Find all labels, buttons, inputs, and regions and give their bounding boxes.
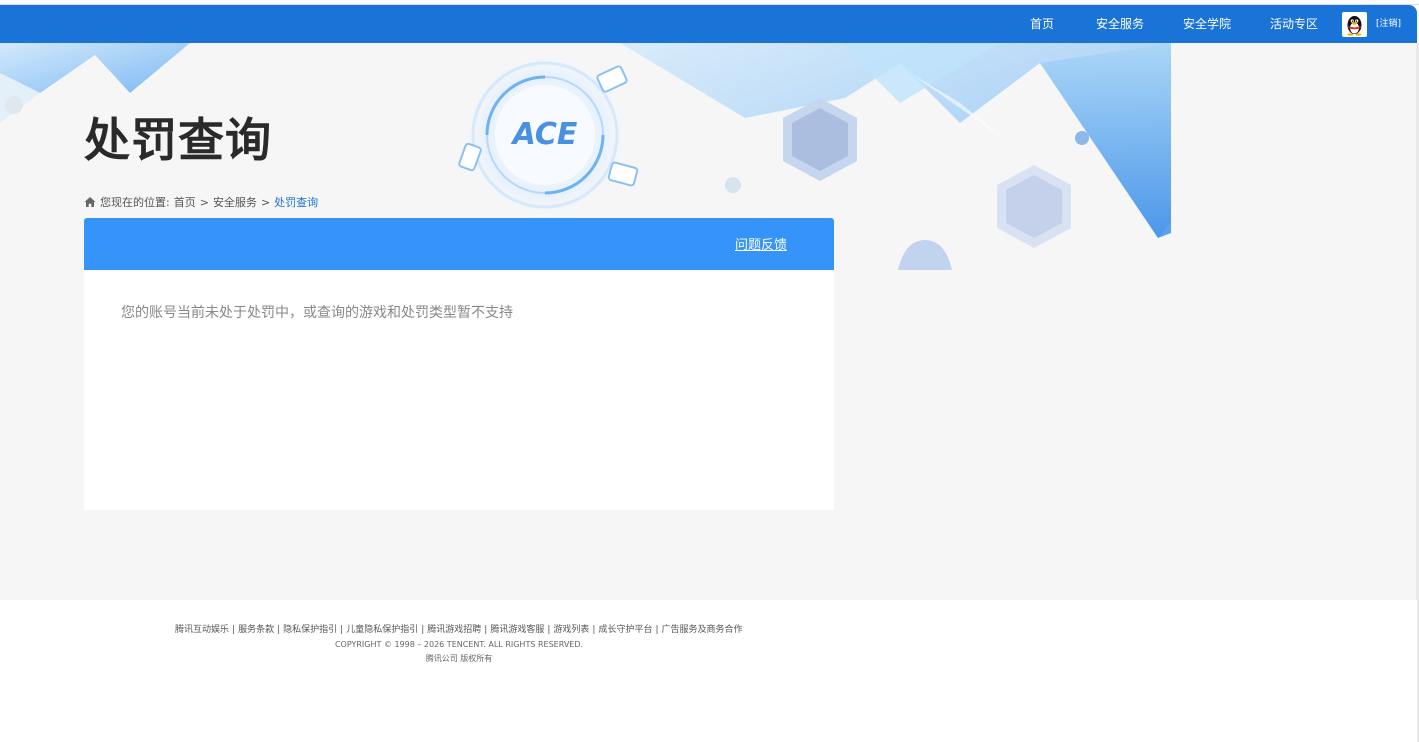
- ace-logo: ACE: [511, 117, 578, 152]
- breadcrumb-current: 处罚查询: [274, 196, 319, 209]
- breadcrumb-home[interactable]: 首页: [174, 194, 196, 210]
- breadcrumb-prefix: 您现在的位置:: [100, 196, 170, 209]
- footer: 腾讯互动娱乐 | 服务条款 | 隐私保护指引 | 儿童隐私保护指引 | 腾讯游戏招聘 | 腾讯游戏客…: [0, 600, 1417, 742]
- footer-separator: |: [484, 625, 488, 635]
- footer-link-tencent-games[interactable]: 腾讯互动娱乐: [175, 625, 229, 635]
- footer-link-support[interactable]: 腾讯游戏客服: [490, 625, 544, 635]
- logout-link[interactable]: [注销]: [1376, 5, 1401, 43]
- feedback-link[interactable]: 问题反馈: [735, 234, 787, 253]
- home-icon: [84, 197, 96, 207]
- breadcrumb-separator: >: [260, 195, 271, 209]
- footer-separator: |: [592, 625, 596, 635]
- footer-link-privacy[interactable]: 隐私保护指引: [283, 625, 337, 635]
- footer-separator: |: [547, 625, 551, 635]
- footer-separator: |: [340, 625, 344, 635]
- footer-separator: |: [421, 625, 425, 635]
- nav-item-activities[interactable]: 活动专区: [1270, 5, 1318, 43]
- footer-link-game-list[interactable]: 游戏列表: [553, 625, 589, 635]
- company-rights-text: 腾讯公司 版权所有: [425, 654, 493, 663]
- result-panel-body: 您的账号当前未处于处罚中，或查询的游戏和处罚类型暂不支持: [84, 270, 834, 510]
- nav-item-home[interactable]: 首页: [1030, 5, 1054, 43]
- nav-item-security-academy[interactable]: 安全学院: [1183, 5, 1231, 43]
- footer-link-child-privacy[interactable]: 儿童隐私保护指引: [346, 625, 418, 635]
- footer-separator: |: [655, 625, 659, 635]
- copyright-text: COPYRIGHT © 1998 – 2026 TENCENT. ALL RIG…: [334, 640, 584, 649]
- nav-item-security-service[interactable]: 安全服务: [1096, 5, 1144, 43]
- footer-link-terms[interactable]: 服务条款: [238, 625, 274, 635]
- footer-separator: |: [232, 625, 236, 635]
- footer-link-jobs[interactable]: 腾讯游戏招聘: [427, 625, 481, 635]
- top-navigation-bar: 首页 安全服务 安全学院 活动专区 [注销]: [0, 5, 1417, 43]
- page-title: 处罚查询: [84, 113, 272, 167]
- footer-link-guardian[interactable]: 成长守护平台: [598, 625, 652, 635]
- breadcrumb-security-service[interactable]: 安全服务: [213, 194, 257, 210]
- footer-links: 腾讯互动娱乐 | 服务条款 | 隐私保护指引 | 儿童隐私保护指引 | 腾讯游戏招聘 | 腾讯游戏客…: [175, 622, 743, 635]
- footer-separator: |: [277, 625, 281, 635]
- footer-link-ads[interactable]: 广告服务及商务合作: [662, 625, 743, 635]
- result-panel-header: 问题反馈: [84, 218, 834, 270]
- breadcrumb-separator: >: [199, 195, 209, 209]
- user-avatar[interactable]: [1342, 12, 1367, 37]
- qq-penguin-icon: [1347, 16, 1362, 36]
- result-message: 您的账号当前未处于处罚中，或查询的游戏和处罚类型暂不支持: [121, 305, 513, 321]
- main-content-area: ACE 处罚查询 您现在的位置: 首页 > 安全服务 > 处罚查询 问题反馈 您…: [0, 43, 1417, 600]
- breadcrumb: 您现在的位置: 首页 > 安全服务 > 处罚查询: [84, 194, 318, 210]
